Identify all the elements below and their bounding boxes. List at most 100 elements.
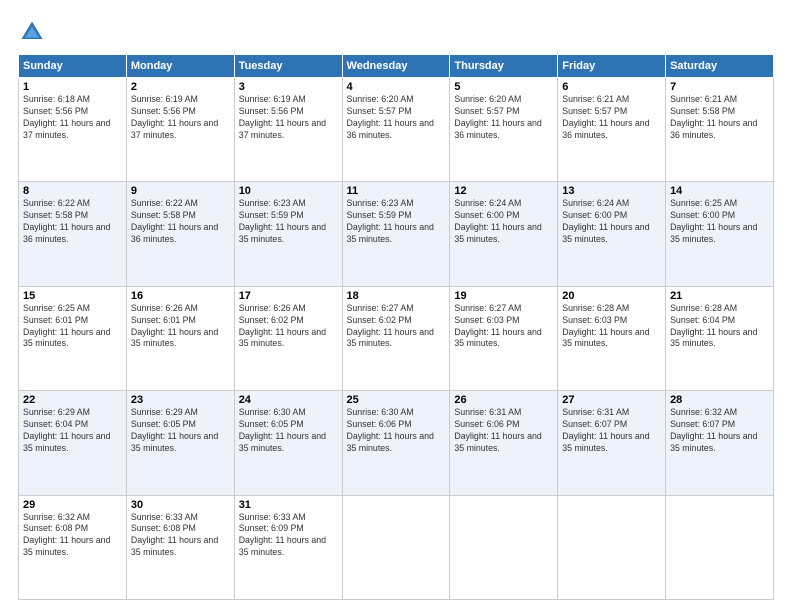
calendar-day-cell: 29 Sunrise: 6:32 AMSunset: 6:08 PMDaylig… xyxy=(19,495,127,599)
calendar-week-row: 1 Sunrise: 6:18 AMSunset: 5:56 PMDayligh… xyxy=(19,78,774,182)
calendar-day-cell: 4 Sunrise: 6:20 AMSunset: 5:57 PMDayligh… xyxy=(342,78,450,182)
calendar-day-cell xyxy=(450,495,558,599)
day-info: Sunrise: 6:26 AMSunset: 6:02 PMDaylight:… xyxy=(239,303,326,349)
day-info: Sunrise: 6:25 AMSunset: 6:00 PMDaylight:… xyxy=(670,198,757,244)
calendar-day-cell: 19 Sunrise: 6:27 AMSunset: 6:03 PMDaylig… xyxy=(450,286,558,390)
day-number: 2 xyxy=(131,81,230,93)
day-number: 20 xyxy=(562,290,661,302)
calendar-day-cell: 21 Sunrise: 6:28 AMSunset: 6:04 PMDaylig… xyxy=(666,286,774,390)
calendar-header-cell: Saturday xyxy=(666,55,774,78)
logo-icon xyxy=(18,18,46,46)
calendar-header-row: SundayMondayTuesdayWednesdayThursdayFrid… xyxy=(19,55,774,78)
day-number: 14 xyxy=(670,185,769,197)
day-info: Sunrise: 6:19 AMSunset: 5:56 PMDaylight:… xyxy=(239,94,326,140)
calendar-day-cell: 30 Sunrise: 6:33 AMSunset: 6:08 PMDaylig… xyxy=(126,495,234,599)
day-info: Sunrise: 6:30 AMSunset: 6:06 PMDaylight:… xyxy=(347,407,434,453)
calendar-header-cell: Sunday xyxy=(19,55,127,78)
logo xyxy=(18,18,50,46)
day-info: Sunrise: 6:27 AMSunset: 6:03 PMDaylight:… xyxy=(454,303,541,349)
day-info: Sunrise: 6:29 AMSunset: 6:04 PMDaylight:… xyxy=(23,407,110,453)
day-number: 19 xyxy=(454,290,553,302)
calendar-header-cell: Thursday xyxy=(450,55,558,78)
calendar-day-cell: 31 Sunrise: 6:33 AMSunset: 6:09 PMDaylig… xyxy=(234,495,342,599)
calendar-day-cell: 16 Sunrise: 6:26 AMSunset: 6:01 PMDaylig… xyxy=(126,286,234,390)
calendar-header-cell: Wednesday xyxy=(342,55,450,78)
calendar-day-cell: 11 Sunrise: 6:23 AMSunset: 5:59 PMDaylig… xyxy=(342,182,450,286)
day-number: 4 xyxy=(347,81,446,93)
day-info: Sunrise: 6:25 AMSunset: 6:01 PMDaylight:… xyxy=(23,303,110,349)
calendar-day-cell: 3 Sunrise: 6:19 AMSunset: 5:56 PMDayligh… xyxy=(234,78,342,182)
day-number: 5 xyxy=(454,81,553,93)
day-number: 15 xyxy=(23,290,122,302)
day-info: Sunrise: 6:32 AMSunset: 6:07 PMDaylight:… xyxy=(670,407,757,453)
day-number: 8 xyxy=(23,185,122,197)
day-number: 21 xyxy=(670,290,769,302)
day-number: 25 xyxy=(347,394,446,406)
day-number: 6 xyxy=(562,81,661,93)
calendar-day-cell: 12 Sunrise: 6:24 AMSunset: 6:00 PMDaylig… xyxy=(450,182,558,286)
calendar-week-row: 22 Sunrise: 6:29 AMSunset: 6:04 PMDaylig… xyxy=(19,391,774,495)
calendar-day-cell: 15 Sunrise: 6:25 AMSunset: 6:01 PMDaylig… xyxy=(19,286,127,390)
day-info: Sunrise: 6:30 AMSunset: 6:05 PMDaylight:… xyxy=(239,407,326,453)
calendar-day-cell: 7 Sunrise: 6:21 AMSunset: 5:58 PMDayligh… xyxy=(666,78,774,182)
day-info: Sunrise: 6:20 AMSunset: 5:57 PMDaylight:… xyxy=(347,94,434,140)
calendar-week-row: 8 Sunrise: 6:22 AMSunset: 5:58 PMDayligh… xyxy=(19,182,774,286)
day-info: Sunrise: 6:24 AMSunset: 6:00 PMDaylight:… xyxy=(562,198,649,244)
day-number: 13 xyxy=(562,185,661,197)
day-number: 28 xyxy=(670,394,769,406)
calendar-day-cell: 18 Sunrise: 6:27 AMSunset: 6:02 PMDaylig… xyxy=(342,286,450,390)
day-number: 3 xyxy=(239,81,338,93)
day-number: 1 xyxy=(23,81,122,93)
calendar-day-cell: 10 Sunrise: 6:23 AMSunset: 5:59 PMDaylig… xyxy=(234,182,342,286)
calendar-day-cell: 20 Sunrise: 6:28 AMSunset: 6:03 PMDaylig… xyxy=(558,286,666,390)
calendar-header-cell: Monday xyxy=(126,55,234,78)
day-info: Sunrise: 6:32 AMSunset: 6:08 PMDaylight:… xyxy=(23,512,110,558)
calendar-day-cell: 23 Sunrise: 6:29 AMSunset: 6:05 PMDaylig… xyxy=(126,391,234,495)
page: SundayMondayTuesdayWednesdayThursdayFrid… xyxy=(0,0,792,612)
day-info: Sunrise: 6:22 AMSunset: 5:58 PMDaylight:… xyxy=(131,198,218,244)
calendar-day-cell: 9 Sunrise: 6:22 AMSunset: 5:58 PMDayligh… xyxy=(126,182,234,286)
calendar-day-cell: 6 Sunrise: 6:21 AMSunset: 5:57 PMDayligh… xyxy=(558,78,666,182)
day-info: Sunrise: 6:19 AMSunset: 5:56 PMDaylight:… xyxy=(131,94,218,140)
day-info: Sunrise: 6:21 AMSunset: 5:58 PMDaylight:… xyxy=(670,94,757,140)
day-info: Sunrise: 6:24 AMSunset: 6:00 PMDaylight:… xyxy=(454,198,541,244)
day-number: 7 xyxy=(670,81,769,93)
calendar-header-cell: Tuesday xyxy=(234,55,342,78)
day-info: Sunrise: 6:18 AMSunset: 5:56 PMDaylight:… xyxy=(23,94,110,140)
header xyxy=(18,18,774,46)
calendar-day-cell: 25 Sunrise: 6:30 AMSunset: 6:06 PMDaylig… xyxy=(342,391,450,495)
day-number: 26 xyxy=(454,394,553,406)
calendar-day-cell: 1 Sunrise: 6:18 AMSunset: 5:56 PMDayligh… xyxy=(19,78,127,182)
calendar-body: 1 Sunrise: 6:18 AMSunset: 5:56 PMDayligh… xyxy=(19,78,774,600)
day-number: 12 xyxy=(454,185,553,197)
day-info: Sunrise: 6:22 AMSunset: 5:58 PMDaylight:… xyxy=(23,198,110,244)
day-number: 30 xyxy=(131,499,230,511)
day-info: Sunrise: 6:31 AMSunset: 6:06 PMDaylight:… xyxy=(454,407,541,453)
day-number: 27 xyxy=(562,394,661,406)
day-number: 10 xyxy=(239,185,338,197)
day-info: Sunrise: 6:33 AMSunset: 6:09 PMDaylight:… xyxy=(239,512,326,558)
day-info: Sunrise: 6:33 AMSunset: 6:08 PMDaylight:… xyxy=(131,512,218,558)
calendar-day-cell: 13 Sunrise: 6:24 AMSunset: 6:00 PMDaylig… xyxy=(558,182,666,286)
day-info: Sunrise: 6:28 AMSunset: 6:04 PMDaylight:… xyxy=(670,303,757,349)
calendar-day-cell: 2 Sunrise: 6:19 AMSunset: 5:56 PMDayligh… xyxy=(126,78,234,182)
calendar-day-cell xyxy=(558,495,666,599)
calendar-day-cell: 17 Sunrise: 6:26 AMSunset: 6:02 PMDaylig… xyxy=(234,286,342,390)
day-number: 31 xyxy=(239,499,338,511)
day-info: Sunrise: 6:26 AMSunset: 6:01 PMDaylight:… xyxy=(131,303,218,349)
calendar-table: SundayMondayTuesdayWednesdayThursdayFrid… xyxy=(18,54,774,600)
day-number: 11 xyxy=(347,185,446,197)
day-info: Sunrise: 6:31 AMSunset: 6:07 PMDaylight:… xyxy=(562,407,649,453)
day-info: Sunrise: 6:21 AMSunset: 5:57 PMDaylight:… xyxy=(562,94,649,140)
calendar-day-cell: 27 Sunrise: 6:31 AMSunset: 6:07 PMDaylig… xyxy=(558,391,666,495)
day-info: Sunrise: 6:28 AMSunset: 6:03 PMDaylight:… xyxy=(562,303,649,349)
day-number: 9 xyxy=(131,185,230,197)
calendar-day-cell xyxy=(666,495,774,599)
day-info: Sunrise: 6:27 AMSunset: 6:02 PMDaylight:… xyxy=(347,303,434,349)
calendar-day-cell: 22 Sunrise: 6:29 AMSunset: 6:04 PMDaylig… xyxy=(19,391,127,495)
calendar-header-cell: Friday xyxy=(558,55,666,78)
calendar-day-cell: 26 Sunrise: 6:31 AMSunset: 6:06 PMDaylig… xyxy=(450,391,558,495)
day-number: 16 xyxy=(131,290,230,302)
calendar-day-cell: 28 Sunrise: 6:32 AMSunset: 6:07 PMDaylig… xyxy=(666,391,774,495)
calendar-week-row: 29 Sunrise: 6:32 AMSunset: 6:08 PMDaylig… xyxy=(19,495,774,599)
